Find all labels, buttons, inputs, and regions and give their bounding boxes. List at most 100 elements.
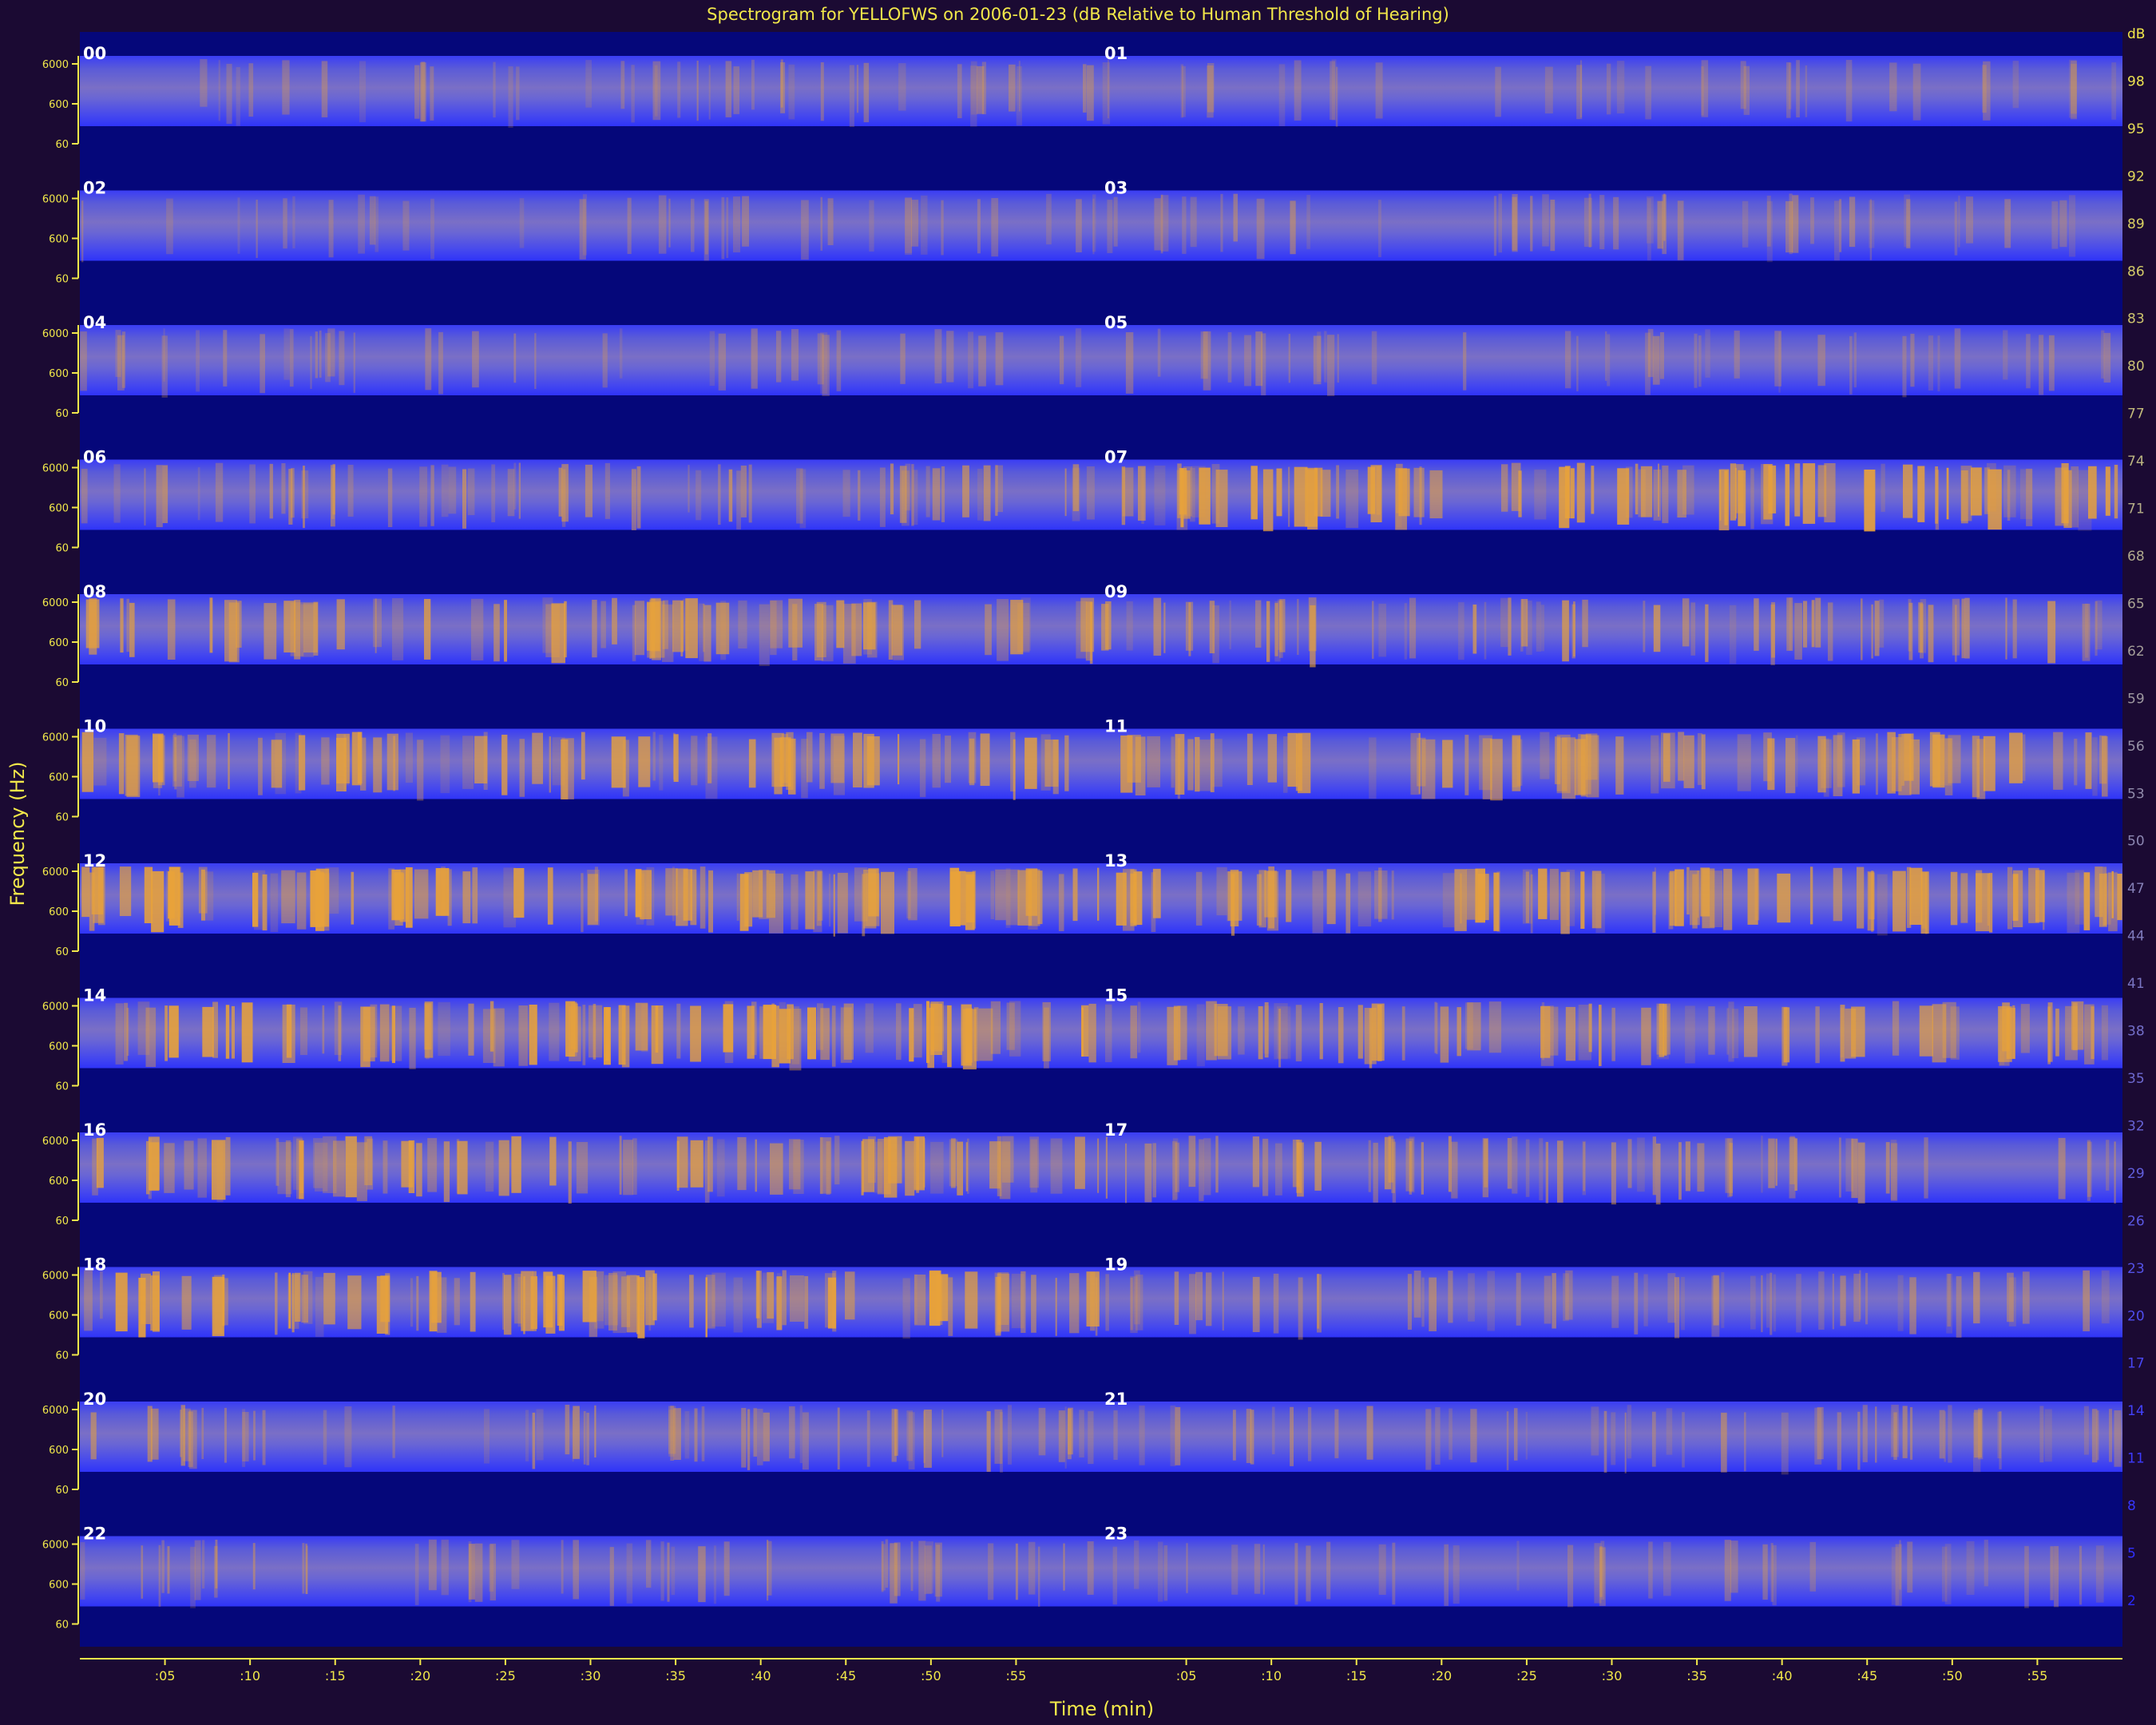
sound-event	[2082, 604, 2091, 661]
sound-event	[723, 1541, 730, 1596]
sound-event	[1458, 602, 1464, 660]
sound-event	[748, 739, 756, 788]
sound-event	[462, 736, 474, 789]
sound-event	[967, 1138, 969, 1194]
sound-event	[561, 1540, 564, 1594]
sound-event	[962, 465, 969, 518]
sound-event	[2102, 736, 2108, 797]
sound-event	[1391, 1139, 1395, 1193]
sound-event	[737, 1136, 747, 1191]
sound-event	[351, 871, 355, 925]
sound-event	[491, 464, 496, 522]
db-scale-label: 26	[2127, 1213, 2145, 1229]
sound-event	[1163, 602, 1166, 653]
sound-event	[1404, 603, 1407, 660]
sound-event	[1421, 1277, 1425, 1327]
sound-event	[564, 601, 567, 658]
sound-event	[1809, 866, 1813, 925]
sound-event	[997, 1136, 1002, 1196]
sound-event	[756, 1271, 762, 1328]
sound-event	[869, 200, 874, 252]
sound-event	[2114, 465, 2118, 519]
sound-event	[1662, 465, 1669, 524]
sound-event	[831, 1005, 836, 1067]
sound-event	[1857, 1411, 1861, 1470]
sound-event	[1324, 331, 1327, 383]
sound-event	[253, 870, 266, 930]
sound-event	[145, 1007, 157, 1067]
time-tick-label: :55	[1006, 1668, 1027, 1683]
sound-event	[926, 1541, 933, 1594]
sound-event	[2004, 199, 2011, 248]
sound-event	[1521, 599, 1528, 647]
sound-event	[302, 1543, 305, 1594]
sound-event	[881, 871, 894, 934]
sound-event	[408, 1140, 415, 1193]
sound-event	[1238, 1006, 1245, 1055]
time-tick-label: :10	[240, 1668, 260, 1683]
sound-event	[1367, 466, 1376, 514]
sound-event	[990, 1001, 1001, 1054]
sound-event	[91, 866, 104, 914]
sound-event	[1052, 740, 1059, 795]
sound-event	[1954, 201, 1958, 256]
sound-event	[1690, 602, 1696, 656]
freq-tick-label: 60	[55, 1215, 69, 1227]
sound-event	[1627, 1405, 1632, 1459]
sound-event	[1625, 466, 1633, 518]
sound-event	[612, 597, 617, 644]
time-tick-label: :15	[1346, 1668, 1367, 1683]
sound-event	[1892, 1001, 1900, 1056]
sound-event	[218, 60, 220, 121]
sound-event	[1134, 1540, 1139, 1589]
sound-event	[1771, 602, 1775, 658]
freq-tick-label: 600	[49, 368, 69, 380]
sound-event	[1290, 1406, 1294, 1466]
sound-event	[1525, 871, 1529, 923]
sound-event	[1216, 866, 1227, 916]
sound-event	[1010, 732, 1016, 792]
sound-event	[1440, 1006, 1449, 1063]
sound-event	[1856, 737, 1866, 786]
sound-event	[262, 1410, 266, 1465]
sound-event	[980, 733, 990, 786]
hour-band	[80, 1402, 1101, 1472]
sound-event	[1897, 1275, 1904, 1331]
sound-event	[532, 1412, 536, 1469]
sound-event	[2079, 1545, 2083, 1605]
sound-event	[1266, 601, 1270, 662]
sound-event	[511, 1136, 521, 1193]
sound-event	[1258, 1006, 1263, 1060]
sound-event	[1657, 200, 1663, 249]
sound-event	[1391, 870, 1394, 920]
sound-event	[1475, 868, 1485, 923]
sound-event	[519, 198, 525, 248]
sound-event	[303, 602, 318, 653]
sound-event	[1961, 598, 1965, 659]
sound-event	[683, 869, 692, 921]
hour-label: 09	[1104, 582, 1128, 601]
sound-event	[392, 598, 404, 660]
hour-band	[80, 1536, 1101, 1607]
hour-band	[80, 190, 1101, 261]
sound-event	[698, 1546, 706, 1603]
sound-event	[1163, 1545, 1168, 1601]
sound-event	[2002, 1002, 2010, 1052]
sound-event	[328, 200, 334, 258]
hour-band	[1101, 56, 2122, 126]
sound-event	[941, 466, 945, 522]
sound-event	[985, 604, 992, 656]
sound-event	[1298, 732, 1311, 794]
sound-event	[1327, 335, 1335, 396]
sound-event	[1605, 331, 1607, 381]
sound-event	[1295, 1005, 1302, 1061]
sound-event	[672, 732, 676, 780]
sound-event	[868, 868, 879, 917]
sound-event	[2071, 466, 2079, 528]
sound-event	[1576, 335, 1579, 391]
sound-event	[1135, 736, 1146, 795]
sound-event	[809, 1009, 811, 1060]
sound-event	[1877, 874, 1888, 936]
sound-event	[932, 468, 941, 521]
sound-event	[2099, 873, 2107, 927]
